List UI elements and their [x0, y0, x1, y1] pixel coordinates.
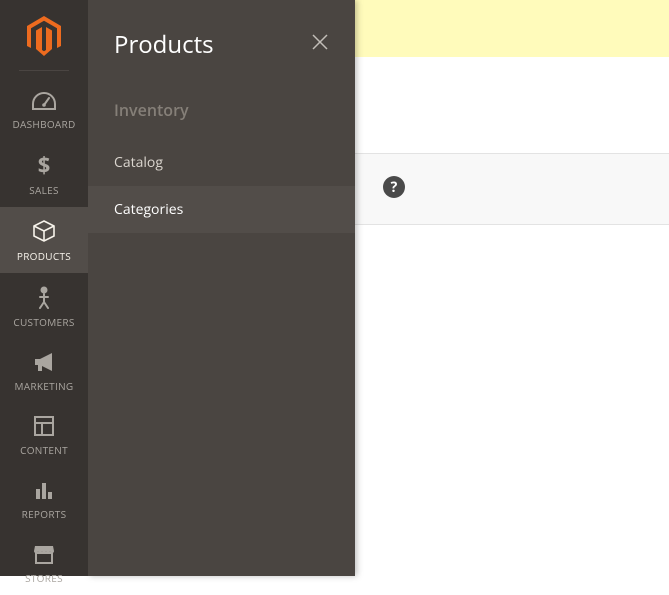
sidebar-item-content[interactable]: CONTENT: [0, 403, 88, 467]
nav-label: STORES: [25, 571, 63, 585]
svg-text:$: $: [38, 153, 51, 177]
dollar-icon: $: [36, 153, 52, 177]
sidebar-item-customers[interactable]: CUSTOMERS: [0, 273, 88, 339]
nav-label: CUSTOMERS: [13, 315, 74, 329]
close-icon: [311, 33, 329, 51]
nav-label: MARKETING: [15, 379, 74, 393]
sidebar-item-marketing[interactable]: MARKETING: [0, 339, 88, 403]
sidebar-item-products[interactable]: PRODUCTS: [0, 207, 88, 273]
nav-label: CONTENT: [20, 443, 68, 457]
page-toolbar: ?: [355, 153, 669, 225]
admin-sidebar: DASHBOARD $ SALES PRODUCTS CUSTOMERS MAR…: [0, 0, 88, 576]
flyout-section-label: Inventory: [88, 85, 355, 139]
divider: [19, 70, 69, 71]
nav-label: PRODUCTS: [17, 249, 71, 263]
main-content: ?: [355, 0, 669, 576]
storefront-icon: [32, 543, 56, 565]
megaphone-icon: [32, 351, 56, 373]
help-button[interactable]: ?: [383, 176, 405, 198]
layout-icon: [33, 415, 55, 437]
person-icon: [35, 285, 53, 309]
sidebar-item-reports[interactable]: REPORTS: [0, 467, 88, 531]
help-icon: ?: [391, 178, 398, 197]
flyout-header: Products: [88, 0, 355, 85]
box-icon: [32, 219, 56, 243]
notice-banner: [355, 0, 669, 57]
magento-logo-icon: [27, 16, 61, 56]
menu-item-categories[interactable]: Categories: [88, 186, 355, 233]
sidebar-item-dashboard[interactable]: DASHBOARD: [0, 79, 88, 141]
menu-item-catalog[interactable]: Catalog: [88, 139, 355, 186]
nav-label: DASHBOARD: [12, 117, 75, 131]
nav-label: REPORTS: [22, 507, 67, 521]
nav-label: SALES: [29, 183, 59, 197]
close-button[interactable]: [307, 29, 333, 60]
gauge-icon: [31, 91, 57, 111]
flyout-title: Products: [114, 28, 214, 61]
bar-chart-icon: [33, 479, 55, 501]
magento-logo[interactable]: [26, 16, 62, 56]
sidebar-item-stores[interactable]: STORES: [0, 531, 88, 595]
products-flyout: Products Inventory Catalog Categories: [88, 0, 355, 576]
sidebar-item-sales[interactable]: $ SALES: [0, 141, 88, 207]
